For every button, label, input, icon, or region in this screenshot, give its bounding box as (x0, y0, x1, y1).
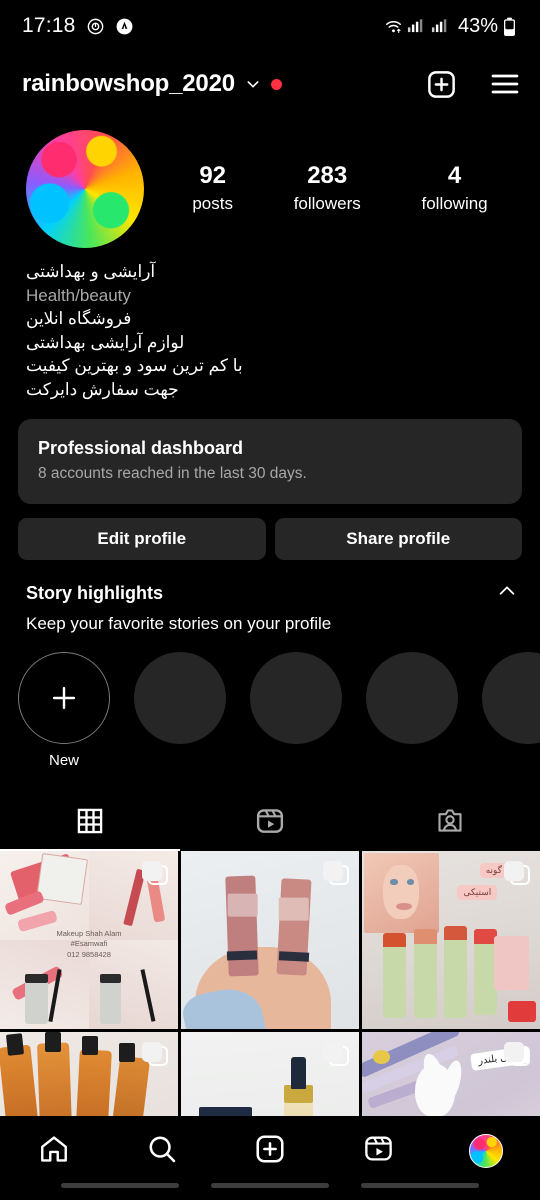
nav-search[interactable] (108, 1128, 216, 1174)
profile-header: rainbowshop_2020 (0, 52, 540, 116)
signal-bars-icon (407, 17, 426, 36)
reels-icon (255, 806, 285, 841)
plus-square-icon[interactable] (424, 67, 458, 101)
home-icon (38, 1133, 70, 1170)
wifi-icon (383, 17, 402, 36)
story-highlight-thumb (482, 652, 540, 744)
app-badge-icon (115, 17, 134, 36)
post-caption: Makeup Shah Alam #Esamwafi 012 9858428 (56, 929, 122, 959)
share-profile-button[interactable]: Share profile (274, 518, 522, 560)
profile-bio: آرایشی و بهداشتی Health/beauty فروشگاه ا… (0, 248, 540, 401)
stat-followers[interactable]: 283 followers (294, 161, 361, 217)
tagged-person-icon (436, 807, 464, 840)
story-highlight-placeholder[interactable] (366, 652, 458, 769)
story-highlights-row[interactable]: New (0, 634, 540, 769)
profile-action-buttons: Edit profile Share profile (18, 518, 522, 560)
instagram-profile-screen: 17:18 43% rainbowshop_2020 92 posts 283 … (0, 0, 540, 1200)
gesture-bar (0, 1183, 540, 1188)
bio-line: فروشگاه انلاین (26, 309, 132, 328)
stat-value: 4 (447, 162, 462, 190)
profile-stats: 92 posts 283 followers 4 following (144, 161, 518, 217)
chevron-up-icon[interactable] (496, 580, 518, 607)
status-time: 17:18 (22, 14, 76, 37)
stat-posts[interactable]: 92 posts (192, 161, 233, 217)
bio-display-name: آرایشی و بهداشتی (26, 262, 156, 281)
tab-tagged[interactable] (360, 795, 540, 851)
story-highlight-placeholder[interactable] (134, 652, 226, 769)
story-highlights-header: Story highlights (0, 560, 540, 607)
profile-avatar-icon (469, 1134, 503, 1168)
alarm-icon (86, 17, 105, 36)
stat-value: 92 (199, 162, 227, 190)
status-bar-right: 43% (383, 15, 522, 38)
carousel-icon (323, 1042, 349, 1068)
tab-grid[interactable] (0, 795, 180, 851)
story-highlight-placeholder[interactable] (482, 652, 540, 769)
post-cell[interactable]: Makeup Shah Alam #Esamwafi 012 9858428 (0, 851, 178, 1029)
bio-line: جهت سفارش دایرکت (26, 379, 179, 399)
post-cell[interactable] (181, 851, 359, 1029)
username-switcher[interactable]: rainbowshop_2020 (22, 70, 282, 98)
stat-value: 283 (307, 162, 348, 190)
grid-icon (76, 807, 104, 840)
profile-summary: 92 posts 283 followers 4 following (0, 116, 540, 248)
notification-dot (270, 78, 282, 90)
nav-home[interactable] (0, 1128, 108, 1174)
story-highlight-placeholder[interactable] (250, 652, 342, 769)
gesture-segment (211, 1183, 329, 1188)
story-highlight-thumb (250, 652, 342, 744)
post-cell[interactable]: گونه استیکی (362, 851, 540, 1029)
page-title: rainbowshop_2020 (22, 70, 235, 97)
gesture-segment (361, 1183, 479, 1188)
carousel-icon (504, 861, 530, 887)
bio-category: Health/beauty (26, 285, 131, 305)
story-highlight-new[interactable]: New (18, 652, 110, 769)
signal-bars-icon (431, 17, 450, 36)
story-highlights-title: Story highlights (26, 583, 163, 603)
dashboard-subtitle: 8 accounts reached in the last 30 days. (38, 465, 307, 482)
chevron-down-icon[interactable] (245, 76, 261, 92)
carousel-icon (142, 1042, 168, 1068)
carousel-icon (323, 861, 349, 887)
status-bar: 17:18 43% (0, 0, 540, 52)
reels-icon (363, 1133, 394, 1169)
nav-create[interactable] (216, 1128, 324, 1174)
stat-label: following (421, 194, 488, 214)
gesture-segment (61, 1183, 179, 1188)
profile-tabs (0, 795, 540, 851)
story-highlight-label: New (48, 752, 79, 769)
stat-following[interactable]: 4 following (421, 161, 487, 217)
post-badge: استیکی (457, 884, 498, 900)
dashboard-title: Professional dashboard (38, 438, 244, 458)
carousel-icon (142, 861, 168, 887)
edit-profile-button[interactable]: Edit profile (18, 518, 266, 560)
status-bar-left: 17:18 (22, 14, 134, 38)
battery-percent-label: 43% (457, 14, 498, 37)
hamburger-menu-icon[interactable] (488, 67, 522, 101)
story-highlight-thumb (366, 652, 458, 744)
search-icon (146, 1133, 178, 1170)
header-actions (424, 67, 522, 101)
plus-square-icon (254, 1133, 286, 1170)
battery-icon (503, 17, 522, 36)
plus-icon[interactable] (18, 652, 110, 744)
stat-label: followers (293, 194, 361, 214)
story-highlights-subtitle: Keep your favorite stories on your profi… (26, 614, 332, 633)
nav-profile[interactable] (432, 1128, 540, 1174)
story-highlight-thumb (134, 652, 226, 744)
avatar[interactable] (26, 130, 144, 248)
carousel-icon (504, 1042, 530, 1068)
nav-reels[interactable] (324, 1128, 432, 1174)
stat-label: posts (192, 194, 233, 214)
bio-line: لوازم آرایشی بهداشتی (26, 332, 185, 352)
bio-line: با کم ترین سود و بهترین کیفیت (26, 356, 243, 375)
professional-dashboard-card[interactable]: Professional dashboard 8 accounts reache… (18, 419, 522, 504)
tab-reels[interactable] (180, 795, 360, 851)
